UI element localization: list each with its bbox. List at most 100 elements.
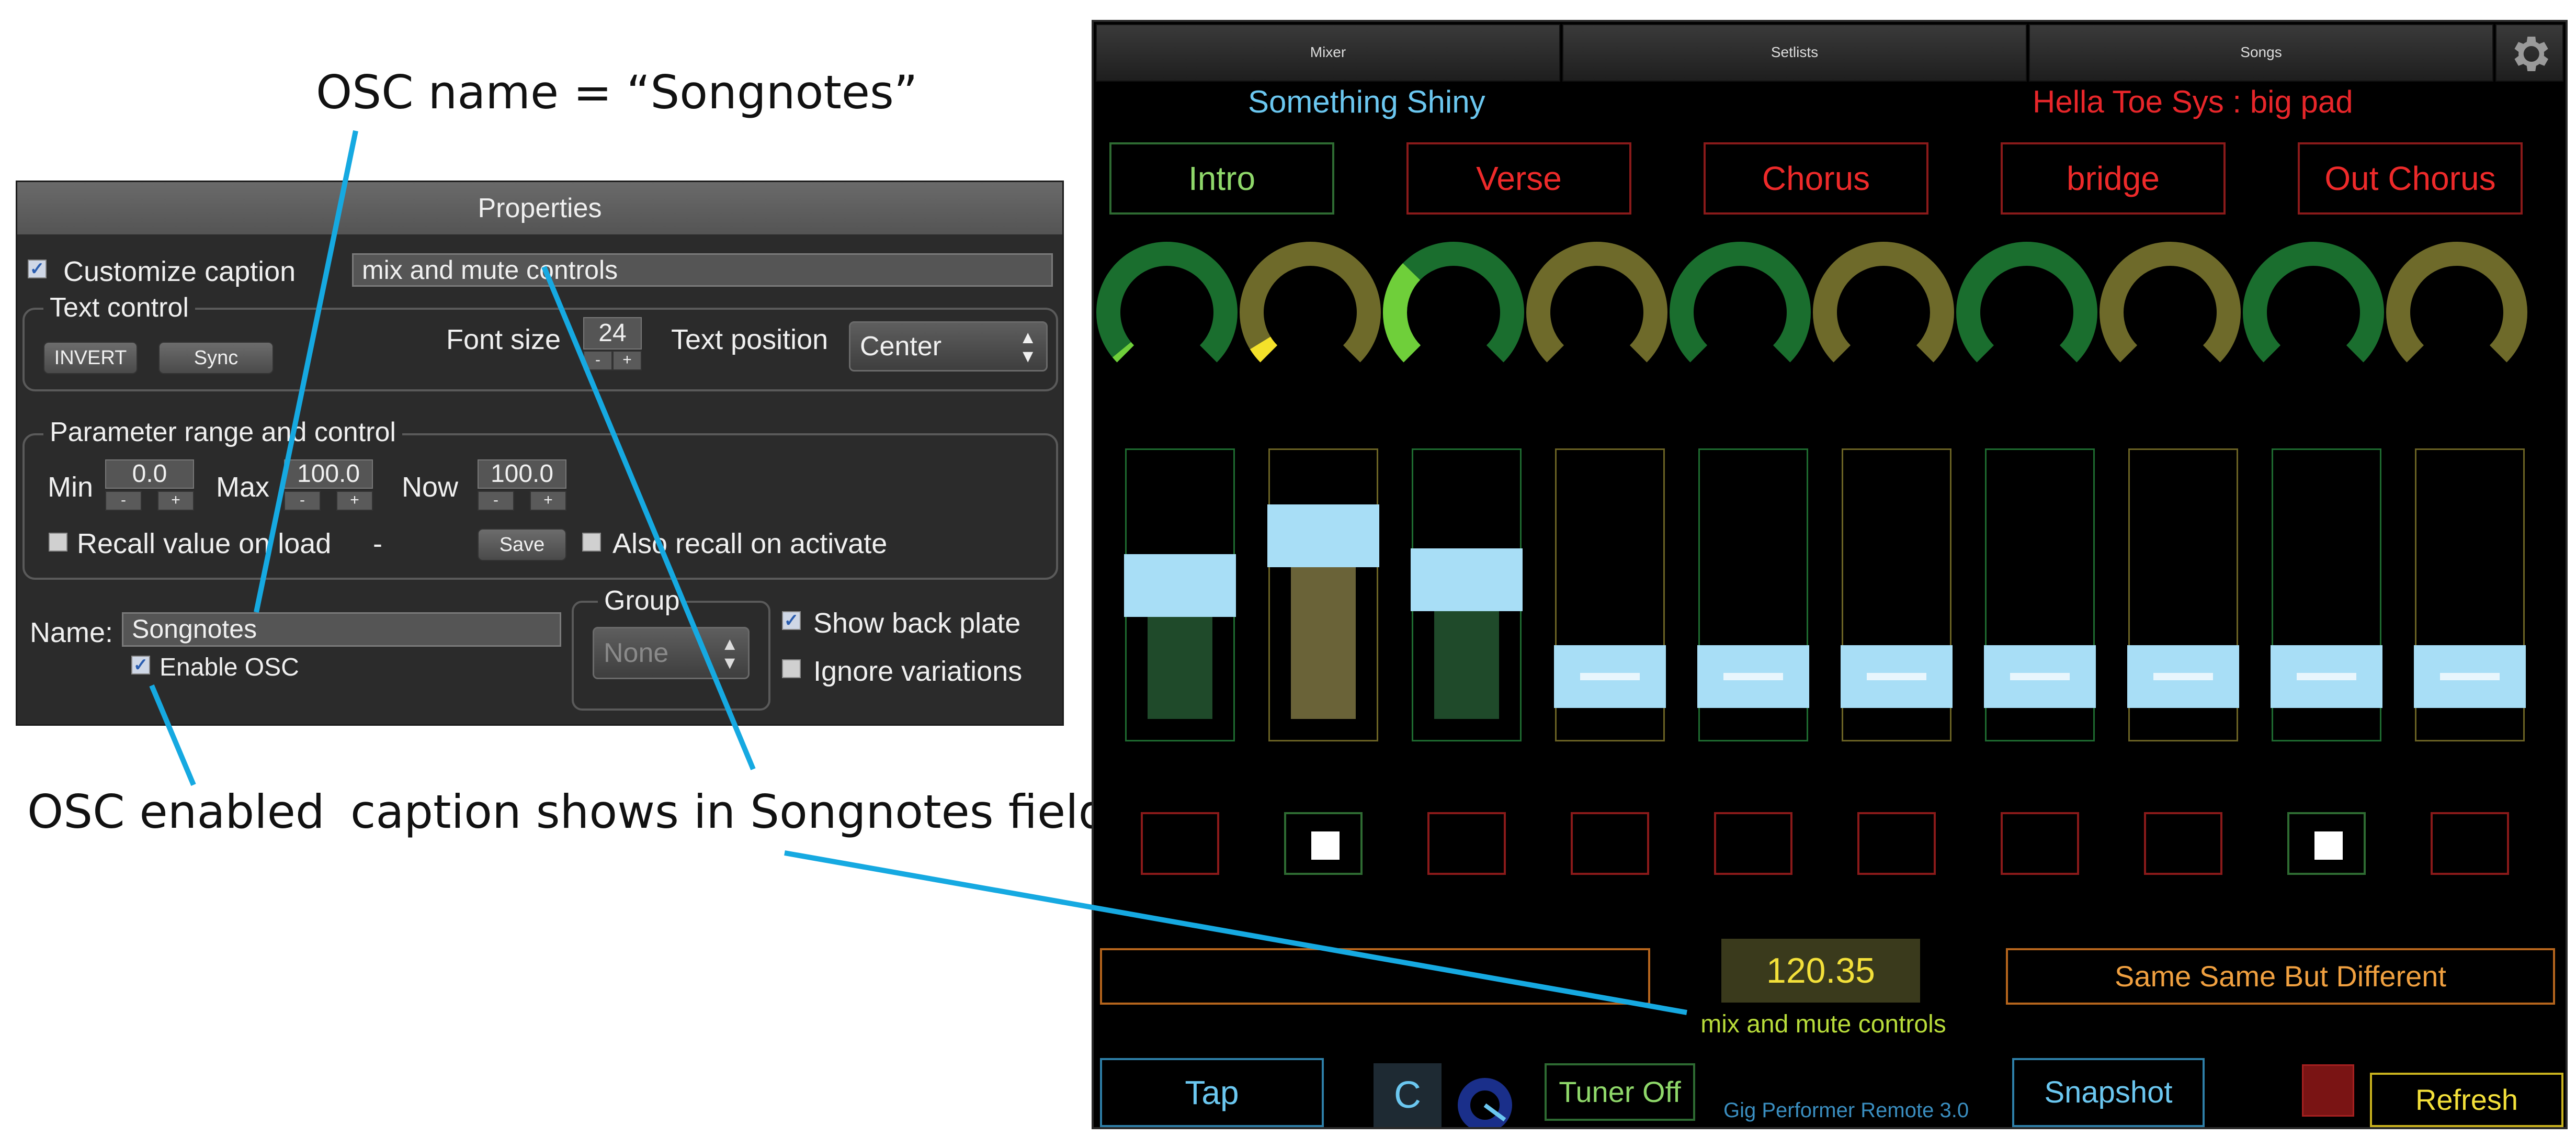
fader[interactable] bbox=[2271, 448, 2382, 741]
song-part-chorus[interactable]: Chorus bbox=[1704, 142, 1928, 215]
tab-mixer[interactable]: Mixer bbox=[1096, 24, 1560, 82]
knob-track bbox=[2243, 242, 2384, 363]
knob[interactable] bbox=[2100, 242, 2241, 363]
knob[interactable] bbox=[1240, 242, 1381, 363]
mute-button[interactable] bbox=[2287, 812, 2366, 875]
sync-button[interactable]: Sync bbox=[158, 342, 274, 374]
knob[interactable] bbox=[1670, 242, 1811, 363]
mute-button[interactable] bbox=[1141, 812, 1219, 875]
tuner-button[interactable]: Tuner Off bbox=[1545, 1063, 1695, 1121]
min-minus[interactable]: - bbox=[105, 491, 142, 511]
knob-track bbox=[1956, 242, 2097, 363]
font-size-minus[interactable]: - bbox=[583, 351, 612, 370]
now-plus[interactable]: + bbox=[530, 491, 566, 511]
mute-button[interactable] bbox=[2431, 812, 2509, 875]
mute-button[interactable] bbox=[2144, 812, 2222, 875]
knob-track bbox=[2100, 242, 2241, 363]
empty-text-field[interactable] bbox=[1100, 948, 1650, 1005]
save-button[interactable]: Save bbox=[478, 528, 566, 561]
invert-button[interactable]: INVERT bbox=[43, 342, 138, 374]
fader[interactable] bbox=[1697, 448, 1809, 741]
recall-value-checkbox[interactable]: ✓ bbox=[49, 533, 67, 552]
font-size-plus[interactable]: + bbox=[612, 351, 642, 370]
fader-cap[interactable] bbox=[1411, 548, 1523, 611]
fader-cap-line bbox=[1580, 672, 1640, 680]
name-input[interactable]: Songnotes bbox=[122, 612, 561, 647]
tab-songs[interactable]: Songs bbox=[2029, 24, 2493, 82]
mute-button[interactable] bbox=[1857, 812, 1936, 875]
caption-shows-annotation: caption shows in Songnotes field bbox=[350, 785, 1108, 839]
knob[interactable] bbox=[1096, 242, 1238, 363]
mute-button[interactable] bbox=[2001, 812, 2079, 875]
fader-cap-line bbox=[2297, 672, 2356, 680]
also-recall-checkbox[interactable]: ✓ bbox=[582, 533, 601, 552]
song-part-verse[interactable]: Verse bbox=[1406, 142, 1631, 215]
fader[interactable] bbox=[2414, 448, 2526, 741]
song-part-intro[interactable]: Intro bbox=[1109, 142, 1334, 215]
knob[interactable] bbox=[2386, 242, 2527, 363]
max-value[interactable]: 100.0 bbox=[284, 459, 373, 489]
knob-value-arc bbox=[1112, 342, 1134, 363]
knob[interactable] bbox=[1956, 242, 2097, 363]
fader[interactable] bbox=[1267, 448, 1379, 741]
tap-button[interactable]: Tap bbox=[1100, 1058, 1324, 1127]
knob-value-arc bbox=[1250, 336, 1278, 363]
fader-cap[interactable] bbox=[2414, 645, 2526, 708]
text-position-select[interactable]: Center ▲ ▼ bbox=[849, 321, 1048, 372]
fader[interactable] bbox=[1411, 448, 1523, 741]
fader[interactable] bbox=[1841, 448, 1953, 741]
fader[interactable] bbox=[1124, 448, 1236, 741]
version-label: Gig Performer Remote 3.0 bbox=[1723, 1099, 1969, 1122]
updown-icon: ▲ ▼ bbox=[1019, 328, 1037, 366]
knob[interactable] bbox=[1526, 242, 1667, 363]
fader-cap[interactable] bbox=[1554, 645, 1666, 708]
fader-cap-line bbox=[2153, 672, 2213, 680]
song-part-out-chorus[interactable]: Out Chorus bbox=[2298, 142, 2523, 215]
mute-button[interactable] bbox=[1571, 812, 1649, 875]
osc-name-annotation: OSC name = “Songnotes” bbox=[316, 65, 918, 119]
fader[interactable] bbox=[1984, 448, 2096, 741]
caption-label: mix and mute controls bbox=[1700, 1010, 1946, 1038]
tempo-display: 120.35 bbox=[1721, 939, 1920, 1003]
max-plus[interactable]: + bbox=[336, 491, 373, 511]
tuner-icon bbox=[1458, 1073, 1512, 1127]
max-minus[interactable]: - bbox=[284, 491, 321, 511]
knob[interactable] bbox=[1383, 242, 1524, 363]
fader[interactable] bbox=[2127, 448, 2239, 741]
knob-track bbox=[1096, 242, 1238, 363]
mute-button[interactable] bbox=[1284, 812, 1363, 875]
now-value[interactable]: 100.0 bbox=[478, 459, 566, 489]
font-size-value[interactable]: 24 bbox=[583, 317, 642, 350]
fader-cap[interactable] bbox=[1841, 645, 1953, 708]
fader-cap[interactable] bbox=[1984, 645, 2096, 708]
snapshot-button[interactable]: Snapshot bbox=[2012, 1058, 2205, 1127]
min-plus[interactable]: + bbox=[157, 491, 194, 511]
knob-track bbox=[1813, 242, 1954, 363]
fader-cap[interactable] bbox=[2271, 645, 2382, 708]
knob[interactable] bbox=[2243, 242, 2384, 363]
caption-input[interactable]: mix and mute controls bbox=[352, 253, 1053, 287]
fader[interactable] bbox=[1554, 448, 1666, 741]
song-part-bridge[interactable]: bridge bbox=[2001, 142, 2226, 215]
enable-osc-checkbox[interactable]: ✓ bbox=[131, 656, 150, 674]
gig-performer-remote: Mixer Setlists Songs Something Shiny Hel… bbox=[1092, 20, 2568, 1129]
fader-cap-line bbox=[2010, 672, 2070, 680]
fader-cap[interactable] bbox=[1267, 504, 1379, 567]
mute-button[interactable] bbox=[1427, 812, 1506, 875]
refresh-button[interactable]: Refresh bbox=[2370, 1073, 2563, 1127]
fader-cap[interactable] bbox=[1697, 645, 1809, 708]
now-minus[interactable]: - bbox=[478, 491, 514, 511]
show-back-plate-checkbox[interactable]: ✓ bbox=[782, 611, 801, 630]
knob[interactable] bbox=[1813, 242, 1954, 363]
fader-cap[interactable] bbox=[1124, 554, 1236, 617]
customize-caption-checkbox[interactable]: ✓ bbox=[28, 260, 47, 278]
group-select[interactable]: None ▲ ▼ bbox=[593, 627, 750, 679]
tab-setlists[interactable]: Setlists bbox=[1562, 24, 2027, 82]
mute-on-indicator bbox=[2314, 831, 2343, 860]
mute-button[interactable] bbox=[1714, 812, 1792, 875]
fader-cap[interactable] bbox=[2127, 645, 2239, 708]
min-value[interactable]: 0.0 bbox=[105, 459, 194, 489]
max-label: Max bbox=[216, 471, 270, 503]
settings-button[interactable] bbox=[2495, 24, 2563, 82]
ignore-variations-checkbox[interactable]: ✓ bbox=[782, 659, 801, 678]
